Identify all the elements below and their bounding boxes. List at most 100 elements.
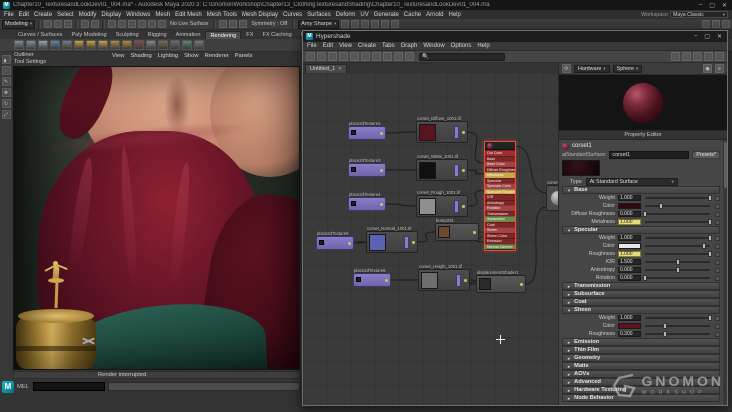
menu-help[interactable]: Help (448, 12, 460, 18)
attr-slider[interactable] (645, 259, 710, 265)
workspace-combo[interactable]: Maya Classic ▾ (670, 11, 728, 18)
clear-graph-icon[interactable] (350, 52, 359, 61)
save-scene-icon[interactable] (63, 20, 72, 28)
toggle-material-viewer-icon[interactable] (693, 52, 702, 61)
hypershade-close-button[interactable]: ✕ (717, 33, 722, 40)
shelf-tab-fx-caching[interactable]: FX Caching (258, 31, 295, 39)
attr-slider[interactable] (643, 211, 710, 217)
slider-handle[interactable] (675, 267, 680, 273)
node-place2dtexture4[interactable]: place2dTexture4 (348, 192, 386, 211)
menu-windows[interactable]: Windows (126, 12, 150, 18)
mel-input-field[interactable] (33, 382, 105, 391)
attr-value-field[interactable]: 0.000 (618, 211, 641, 217)
texture-map-button[interactable] (715, 219, 720, 225)
search-input[interactable] (430, 52, 502, 61)
attr-slider[interactable] (645, 315, 712, 321)
section-coat[interactable]: ► Coat (562, 298, 720, 306)
slider-handle[interactable] (708, 251, 712, 257)
frame-selection-icon[interactable] (682, 52, 691, 61)
make-live-icon[interactable] (157, 20, 166, 28)
menu-deform[interactable]: Deform (336, 12, 356, 18)
attr-slider[interactable] (645, 195, 712, 201)
menu-curves[interactable]: Curves (283, 12, 302, 18)
panel-tab-tool-settings[interactable]: Tool Settings (14, 59, 110, 65)
texture-map-button[interactable] (715, 243, 720, 249)
close-icon[interactable]: ✕ (338, 65, 342, 73)
snap-projected-center-icon[interactable] (137, 20, 146, 28)
hypershade-menu-view[interactable]: View (339, 43, 352, 49)
node-corset-rough-1001-tif[interactable]: corset_Rough_1001.tif (416, 190, 468, 217)
undo-icon[interactable] (80, 20, 89, 28)
input-connections-icon[interactable] (219, 20, 228, 28)
node-graph-canvas[interactable]: place2dTexture2 corset_Diffuse_1001.tif pl… (303, 73, 558, 405)
snap-point-icon[interactable] (127, 20, 136, 28)
node-corset-height-1001-tif[interactable]: corset_Height_1001.tif (418, 264, 470, 291)
output-connections-icon[interactable] (405, 52, 414, 61)
arnold-renderview-icon[interactable] (391, 20, 400, 28)
open-node-bin-icon[interactable] (317, 52, 326, 61)
menu-edit[interactable]: Edit (19, 12, 29, 18)
node-displacementshader1[interactable]: displacementShader1 (476, 270, 526, 293)
attr-slider[interactable] (645, 203, 710, 209)
texture-map-button[interactable] (715, 315, 720, 321)
hypershade-menu-edit[interactable]: Edit (323, 43, 333, 49)
skydome-light-icon[interactable] (122, 40, 132, 50)
sort-graph-icon[interactable] (339, 52, 348, 61)
slider-handle[interactable] (701, 243, 706, 249)
render-settings-icon[interactable] (361, 20, 370, 28)
slider-handle[interactable] (708, 315, 712, 321)
paint-select-tool-button[interactable]: ✎ (1, 77, 11, 86)
graph-tab-untitled[interactable]: Untitled_1 ✕ (305, 64, 347, 73)
hypershade-menu-window[interactable]: Window (423, 43, 444, 49)
hypershade-menu-file[interactable]: File (307, 43, 317, 49)
section-subsurface[interactable]: ► Subsurface (562, 290, 720, 298)
menu-modify[interactable]: Modify (79, 12, 97, 18)
viewport-3d[interactable] (13, 66, 300, 370)
menu-display[interactable]: Display (101, 12, 121, 18)
hypershade-titlebar[interactable]: M Hypershade – ▢ ✕ (303, 31, 727, 42)
window-titlebar[interactable]: M Chapter10_TexturesandLookDev01_004.ma*… (0, 0, 732, 10)
move-tool-button[interactable]: ✥ (1, 88, 11, 97)
attr-slider[interactable] (645, 251, 712, 257)
minimize-button[interactable]: – (699, 2, 702, 9)
standin-icon[interactable] (194, 40, 204, 50)
node-corset-metal-1001-tif[interactable]: corset_Metal_1001.tif (416, 154, 468, 181)
viewport-menu-renderer[interactable]: Renderer (205, 53, 229, 60)
output-connections-icon[interactable] (229, 20, 238, 28)
texture-map-button[interactable] (715, 259, 720, 265)
menu-uv[interactable]: UV (360, 12, 368, 18)
viewport-menu-panels[interactable]: Panels (235, 53, 253, 60)
mel-toggle[interactable]: MEL (17, 384, 29, 390)
attr-value-field[interactable]: 1.500 (618, 259, 641, 265)
toon-outline-icon[interactable] (182, 40, 192, 50)
node-place2dtexture3[interactable]: place2dTexture3 (348, 158, 386, 177)
attr-value-field[interactable]: 0.000 (618, 275, 641, 281)
material-sample-swatch[interactable] (562, 160, 600, 176)
scrollbar[interactable] (723, 140, 727, 405)
menu-arnold[interactable]: Arnold (426, 12, 443, 18)
construction-history-icon[interactable] (239, 20, 248, 28)
remove-from-graph-icon[interactable] (372, 52, 381, 61)
texture-map-button[interactable] (715, 267, 720, 273)
bump-node-icon[interactable] (158, 40, 168, 50)
section-thin-film[interactable]: ► Thin Film (562, 346, 720, 354)
section-transmission[interactable]: ► Transmission (562, 282, 720, 290)
shelf-tab-rigging[interactable]: Rigging (144, 31, 171, 39)
slider-handle[interactable] (708, 235, 712, 241)
menu-edit-mesh[interactable]: Edit Mesh (175, 12, 202, 18)
attr-value-field[interactable]: 0.000 (618, 267, 641, 273)
frame-all-icon[interactable] (671, 52, 680, 61)
select-tool-button[interactable]: ▖ (1, 55, 11, 64)
lasso-select-tool-button[interactable]: ◌ (1, 66, 11, 75)
presets-button[interactable]: Presets* (692, 150, 720, 159)
character-set-combo[interactable]: Amy Sharpe ▾ (298, 19, 340, 29)
create-node-icon[interactable] (306, 52, 315, 61)
node-corset-diffuse-1001-tif[interactable]: corset_Diffuse_1001.tif (416, 116, 468, 143)
texture-map-button[interactable] (715, 331, 720, 337)
menu-mesh-display[interactable]: Mesh Display (242, 12, 278, 18)
section-geometry[interactable]: ► Geometry (562, 354, 720, 362)
area-light-icon[interactable] (110, 40, 120, 50)
hypershade-menu-options[interactable]: Options (451, 43, 472, 49)
attr-slider[interactable] (645, 331, 710, 337)
attr-value-field[interactable]: 0.300 (618, 331, 641, 337)
